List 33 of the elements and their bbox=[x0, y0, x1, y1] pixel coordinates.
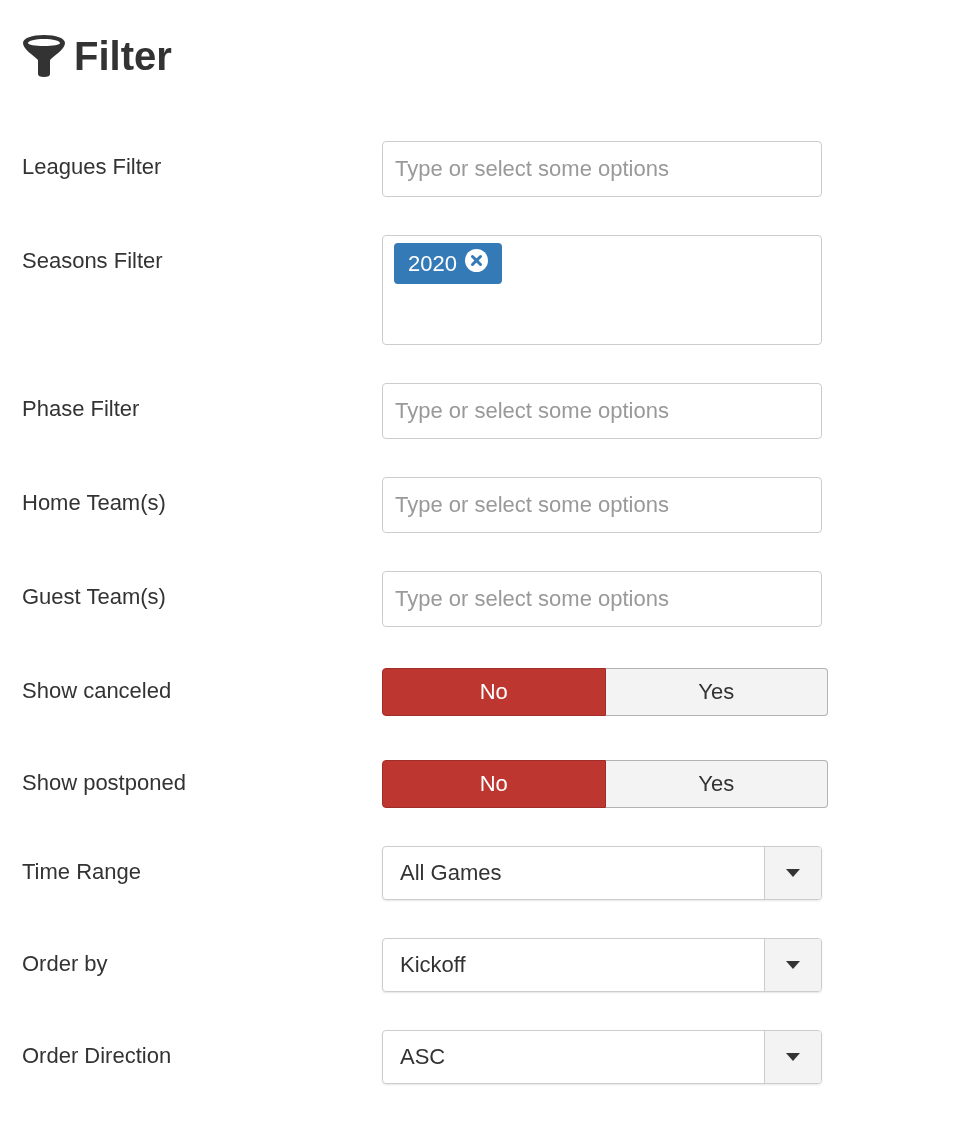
toggle-option[interactable]: Yes bbox=[605, 668, 828, 716]
caret-icon bbox=[786, 961, 800, 969]
multiselect-field[interactable]: Type or select some options bbox=[382, 141, 822, 197]
selected-tag[interactable]: 2020 bbox=[394, 243, 502, 284]
field-label: Show postponed bbox=[22, 769, 187, 797]
multiselect-field[interactable]: Type or select some options bbox=[382, 383, 822, 439]
field-label: Order by bbox=[22, 950, 109, 978]
dropdown-select[interactable]: ASC bbox=[382, 1030, 822, 1084]
field-label: Show canceled bbox=[22, 677, 173, 705]
toggle-option[interactable]: No bbox=[382, 668, 606, 716]
field-label: Phase Filter bbox=[22, 395, 141, 423]
panel-title: Filter bbox=[74, 33, 172, 79]
field-label: Guest Team(s) bbox=[22, 583, 167, 611]
toggle-option[interactable]: Yes bbox=[605, 760, 828, 808]
remove-icon[interactable] bbox=[464, 249, 488, 272]
field-label: Home Team(s) bbox=[22, 489, 167, 517]
field-label: Leagues Filter bbox=[22, 153, 163, 181]
field-label: Time Range bbox=[22, 858, 142, 886]
multiselect-field[interactable]: Type or select some options bbox=[382, 571, 822, 627]
select-value: All Games bbox=[399, 859, 503, 887]
caret-icon bbox=[786, 1053, 800, 1061]
select-value: Kickoff bbox=[399, 951, 467, 979]
caret-icon bbox=[786, 869, 800, 877]
dropdown-select[interactable]: Kickoff bbox=[382, 938, 822, 992]
multiselect-field[interactable]: Type or select some options bbox=[382, 477, 822, 533]
select-value: ASC bbox=[399, 1043, 447, 1071]
dropdown-select[interactable]: All Games bbox=[382, 846, 822, 900]
tag-label: 2020 bbox=[408, 250, 457, 277]
field-label: Seasons Filter bbox=[22, 247, 164, 275]
filter-icon bbox=[22, 34, 66, 78]
field-label: Order Direction bbox=[22, 1042, 173, 1070]
multiselect-field[interactable]: 2020 bbox=[382, 235, 822, 345]
toggle-option[interactable]: No bbox=[382, 760, 606, 808]
